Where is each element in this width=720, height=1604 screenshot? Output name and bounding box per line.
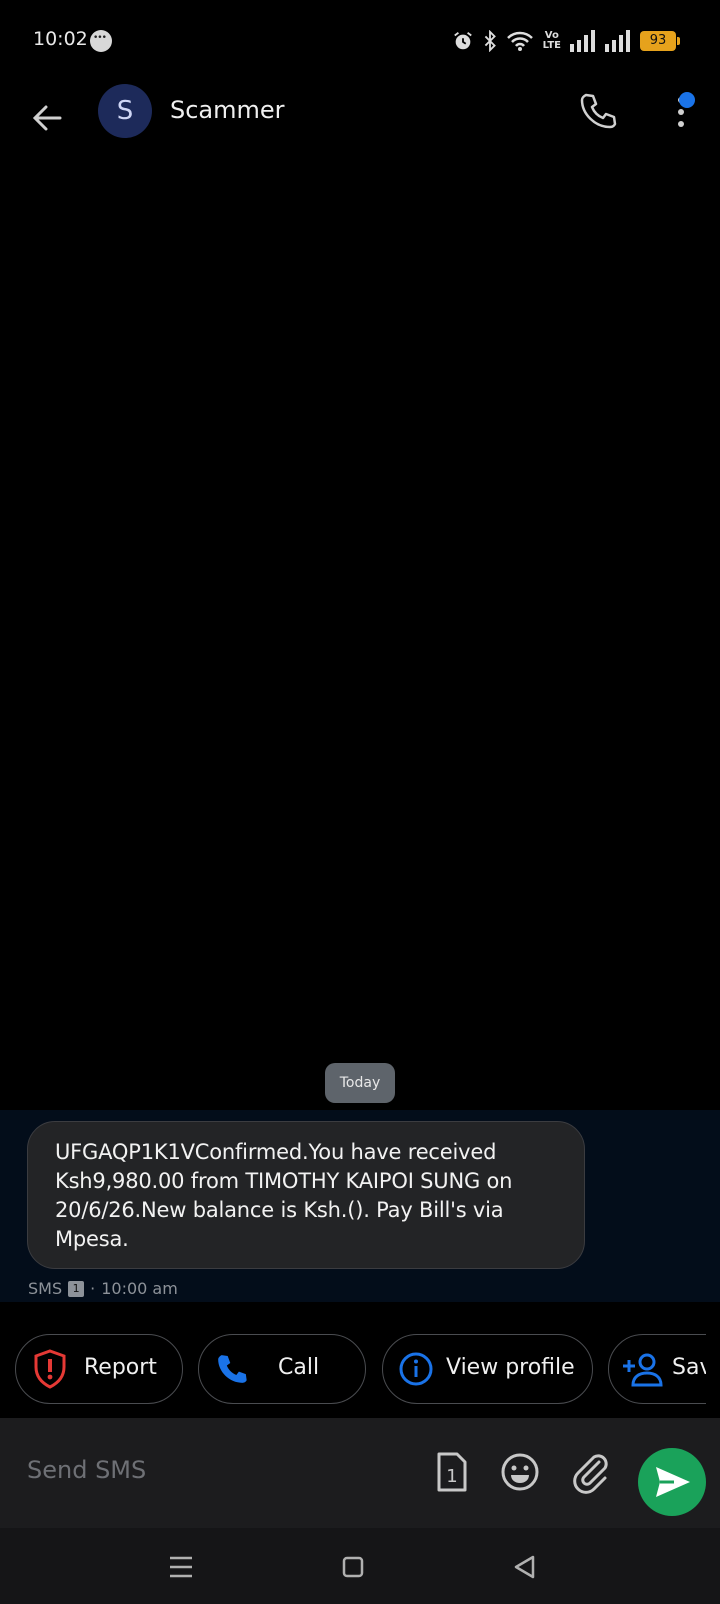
phone-icon[interactable] [576,89,620,133]
report-label: Report [84,1355,157,1380]
incoming-message-bubble[interactable]: UFGAQP1K1VConfirmed.You have received Ks… [27,1121,585,1269]
view-profile-label: View profile [446,1355,575,1380]
date-separator: Today [325,1063,395,1103]
system-navigation-bar [0,1528,720,1604]
chat-notification-icon [90,30,112,52]
status-bar: 10:02 VoLTE 93 [0,0,720,84]
message-list: UFGAQP1K1VConfirmed.You have received Ks… [0,1110,720,1302]
report-button[interactable]: Report [15,1334,183,1404]
signal-icon [570,30,595,52]
phone-icon [218,1355,247,1383]
wifi-icon [506,31,533,51]
message-time: 10:00 am [101,1279,178,1298]
status-time: 10:02 [33,28,88,50]
info-icon [399,1352,433,1386]
view-profile-button[interactable]: View profile [382,1334,593,1404]
sim-select-icon[interactable]: 1 [427,1448,475,1496]
status-icons: Vo LTE 93 [452,28,680,54]
compose-bar: Send SMS 1 [0,1418,720,1528]
add-person-icon [623,1353,663,1387]
volte-indicator: Vo LTE [542,30,561,51]
send-button[interactable] [638,1448,706,1516]
send-icon [656,1467,690,1497]
attachment-icon[interactable] [566,1448,614,1496]
sms-input[interactable]: Send SMS [27,1456,146,1484]
back-arrow-icon[interactable] [26,96,70,140]
avatar[interactable]: S [98,84,152,138]
contact-name[interactable]: Scammer [170,96,285,124]
call-button[interactable]: Call [198,1334,366,1404]
shield-alert-icon [34,1349,66,1389]
notification-dot [679,92,695,108]
message-channel: SMS [28,1279,63,1298]
quick-actions: Report Call View profile Sav [0,1334,706,1404]
signal-icon-2 [605,30,630,52]
battery-indicator: 93 [640,31,680,51]
call-label: Call [278,1355,320,1380]
sim-icon: 1 [68,1280,85,1297]
home-icon[interactable] [336,1550,370,1584]
emoji-icon[interactable] [496,1448,544,1496]
alarm-icon [453,32,472,50]
bluetooth-icon [484,30,496,52]
save-contact-label: Sav [672,1355,706,1380]
recents-icon[interactable] [164,1550,198,1584]
svg-text:1: 1 [446,1466,457,1487]
back-icon[interactable] [507,1550,541,1584]
message-meta: SMS 1 · 10:00 am [28,1279,178,1298]
meta-separator: · [90,1279,96,1298]
conversation-header: S Scammer [0,84,720,168]
save-contact-button[interactable]: Sav [608,1334,706,1404]
